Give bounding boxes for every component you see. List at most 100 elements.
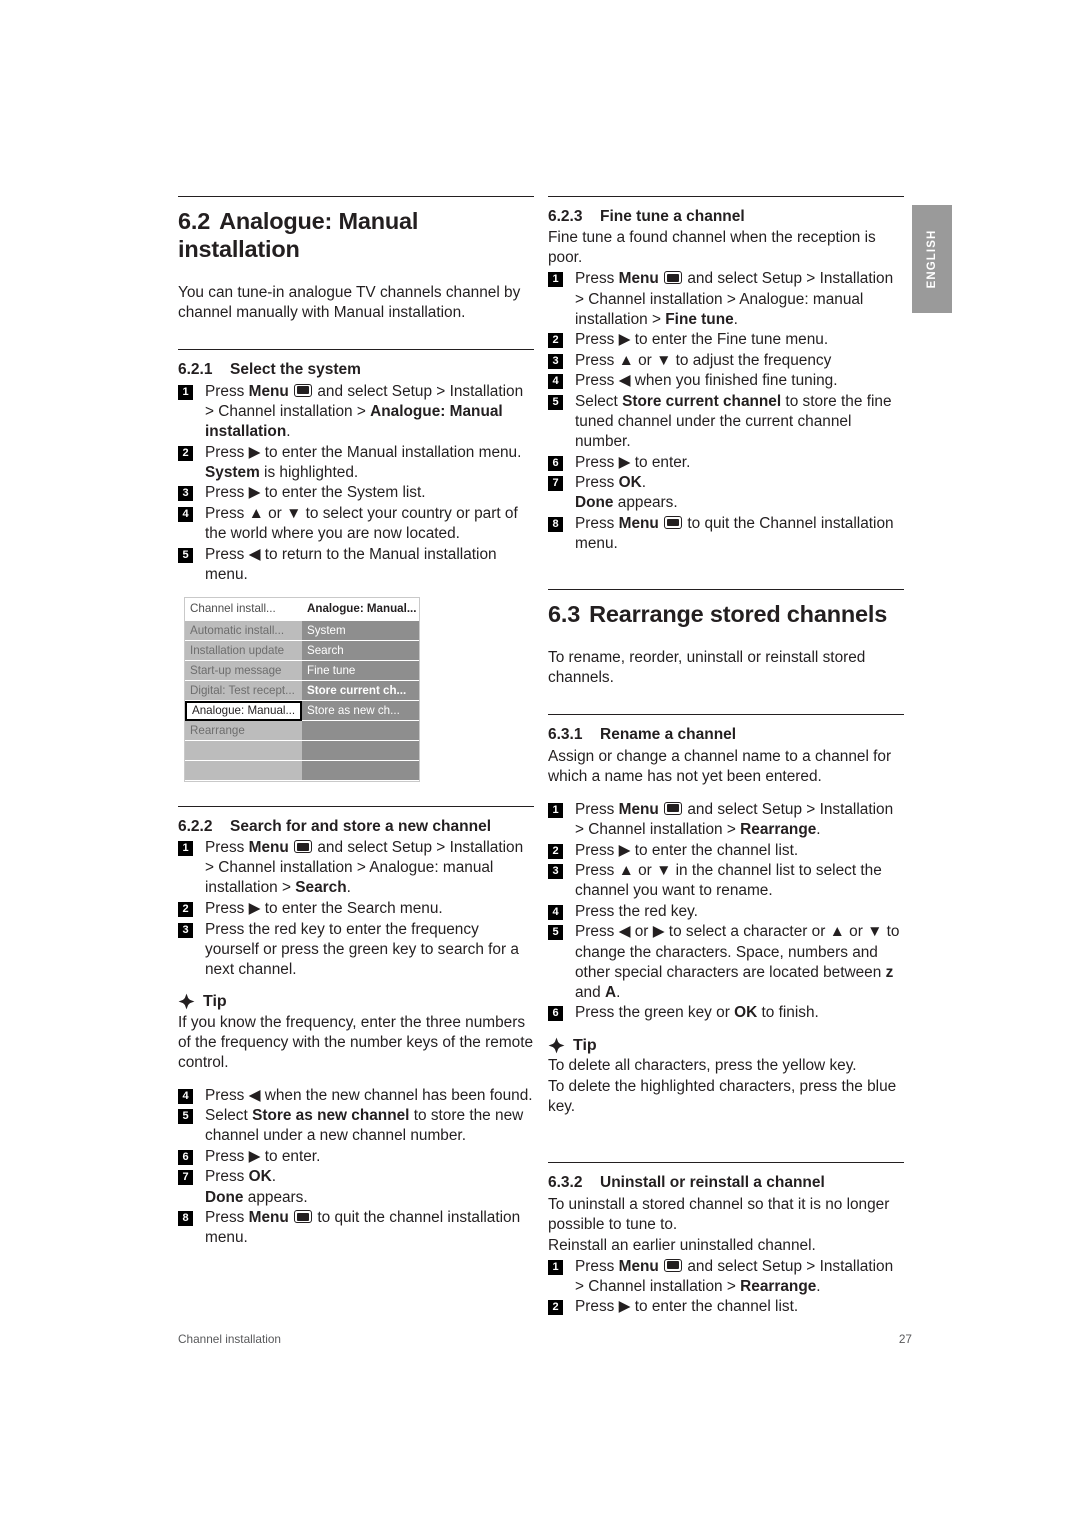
tip-heading: Tip <box>178 992 534 1011</box>
step-item: 4 Press ◀ when you finished fine tuning. <box>548 371 904 391</box>
step-item: 2 Press ▶ to enter the channel list. <box>548 1297 904 1317</box>
section-intro-text-1: To uninstall a stored channel so that it… <box>548 1195 890 1233</box>
step-item: 8 Press Menu to quit the Channel installa… <box>548 514 904 554</box>
step-text: Press the green key or OK to finish. <box>575 1004 819 1022</box>
section-divider <box>178 196 534 197</box>
step-item: 4 Press ▲ or ▼ to select your country or … <box>178 504 534 544</box>
step-number-badge: 5 <box>548 925 563 941</box>
remote-menu-icon <box>294 840 313 854</box>
step-item: 1 Press Menu and select Setup > Installat… <box>548 269 904 329</box>
step-number-badge: 6 <box>548 1006 563 1022</box>
step-number-badge: 1 <box>178 384 193 400</box>
page-footer: Channel installation 27 <box>178 1332 912 1346</box>
step-text: Press ▶ to enter. <box>575 453 691 471</box>
tv-menu-item-right[interactable] <box>302 720 419 741</box>
emphasis-text: Store current channel <box>622 392 782 410</box>
chapter-title: Rearrange stored channels <box>589 600 888 627</box>
section-number: 6.3.1 <box>548 726 583 744</box>
language-tab: ENGLISH <box>912 205 952 313</box>
tv-menu-item-left[interactable]: Digital: Test recept... <box>185 680 302 701</box>
tv-menu-item-right[interactable]: Fine tune <box>302 660 419 681</box>
step-text: Press ▶ to enter the Search menu. <box>205 899 443 917</box>
step-item: 3 Press ▲ or ▼ in the channel list to sel… <box>548 861 904 901</box>
section-heading-6-3-1: 6.3.1 Rename a channel <box>548 725 904 744</box>
tv-menu-item-left[interactable]: Rearrange <box>185 720 302 741</box>
step-text: Press ◀ to return to the Manual installa… <box>205 545 497 583</box>
emphasis-text: Menu <box>248 1209 289 1227</box>
remote-menu-icon <box>664 516 683 530</box>
tv-menu-item-right[interactable]: Store current ch... <box>302 680 419 701</box>
step-number-badge: 2 <box>548 843 563 859</box>
step-number-badge: 4 <box>178 1088 193 1104</box>
step-item: 3 Press ▶ to enter the System list. <box>178 483 534 503</box>
footer-page-number: 27 <box>898 1332 912 1346</box>
emphasis-text: Menu <box>248 839 289 857</box>
tv-menu-item-right[interactable]: Search <box>302 640 419 661</box>
tip-label: Tip <box>573 1036 597 1054</box>
tv-menu-row[interactable]: Analogue: Manual... Store as new ch... <box>185 700 419 721</box>
tv-menu-item-left[interactable]: Installation update <box>185 640 302 661</box>
emphasis-text: Menu <box>618 270 659 288</box>
step-number-badge: 7 <box>178 1170 193 1186</box>
section-intro-text: Assign or change a channel name to a cha… <box>548 747 892 785</box>
emphasis-text: Fine tune <box>665 310 734 328</box>
tv-menu-item-right[interactable] <box>302 740 419 761</box>
tv-menu-item-right[interactable]: Store as new ch... <box>302 700 419 721</box>
tv-menu-item-right[interactable] <box>302 760 419 781</box>
tv-menu-item-selected[interactable]: Analogue: Manual... <box>185 700 302 721</box>
emphasis-text: Menu <box>618 1257 659 1275</box>
step-number-badge: 2 <box>178 901 193 917</box>
step-text: Press ◀ when the new channel has been fo… <box>205 1086 533 1104</box>
section-divider <box>548 588 904 590</box>
step-number-badge: 4 <box>178 506 193 522</box>
step-number-badge: 3 <box>178 486 193 502</box>
step-text: Select Store current channel to store th… <box>575 392 892 451</box>
emphasis-text: OK <box>734 1004 758 1022</box>
step-number-badge: 1 <box>178 841 193 857</box>
step-number-badge: 1 <box>548 802 563 818</box>
tv-menu-item-left[interactable]: Automatic install... <box>185 620 302 641</box>
tv-menu-row[interactable]: Installation update Search <box>185 640 419 661</box>
chapter-intro-text: You can tune-in analogue TV channels cha… <box>178 284 521 322</box>
section-number: 6.2.1 <box>178 361 213 379</box>
tv-menu-item-right[interactable]: System <box>302 620 419 641</box>
tv-menu-row[interactable]: Automatic install... System <box>185 620 419 641</box>
step-text: Select Store as new channel to store the… <box>205 1107 524 1145</box>
step-item: 4 Press ◀ when the new channel has been f… <box>178 1086 534 1106</box>
section-divider <box>548 196 904 197</box>
remote-menu-icon <box>664 801 683 815</box>
step-text: Press ▲ or ▼ to select your country or p… <box>205 504 518 542</box>
step-text: Press ▲ or ▼ in the channel list to sele… <box>575 862 882 900</box>
section-number: 6.3.2 <box>548 1174 583 1192</box>
emphasis-text: A <box>604 983 617 1001</box>
step-text: Press Menu and select Setup > Installati… <box>575 1257 894 1295</box>
tip-label: Tip <box>203 993 227 1011</box>
section-heading-6-2-3: 6.2.3 Fine tune a channel <box>548 207 904 226</box>
tv-menu-row[interactable] <box>185 740 419 761</box>
emphasis-text: OK <box>248 1168 272 1186</box>
tv-menu-row[interactable]: Rearrange <box>185 720 419 741</box>
chapter-heading-6-2: 6.2 Analogue: Manual installation <box>178 208 534 263</box>
right-column: 6.2.3 Fine tune a channel Fine tune a fou… <box>548 196 904 1318</box>
chapter-heading-6-3: 6.3 Rearrange stored channels <box>548 601 904 629</box>
tv-menu-item-left[interactable] <box>185 740 302 761</box>
step-text: Press the red key to enter the frequency… <box>205 920 519 978</box>
tv-menu-row[interactable]: Start-up message Fine tune <box>185 660 419 681</box>
step-item: 5 Press ◀ or ▶ to select a character or ▲… <box>548 922 904 1002</box>
tv-menu-item-left[interactable] <box>185 760 302 781</box>
step-item: 2 Press ▶ to enter the channel list. <box>548 841 904 861</box>
tv-menu-row[interactable] <box>185 760 419 781</box>
steps-list-6-2-2-b: 4 Press ◀ when the new channel has been f… <box>178 1086 534 1249</box>
tv-menu-row[interactable]: Digital: Test recept... Store current ch.… <box>185 680 419 701</box>
step-number-badge: 3 <box>548 864 563 880</box>
chapter-intro-text: To rename, reorder, uninstall or reinsta… <box>548 649 866 687</box>
step-text: Press ▶ to enter the channel list. <box>575 841 799 859</box>
step-item: 1 Press Menu and select Setup > Installat… <box>178 382 534 442</box>
footer-chapter-name: Channel installation <box>178 1332 281 1346</box>
tv-menu-item-left[interactable]: Start-up message <box>185 660 302 681</box>
emphasis-text: z <box>885 963 894 981</box>
step-number-badge: 5 <box>548 394 563 410</box>
